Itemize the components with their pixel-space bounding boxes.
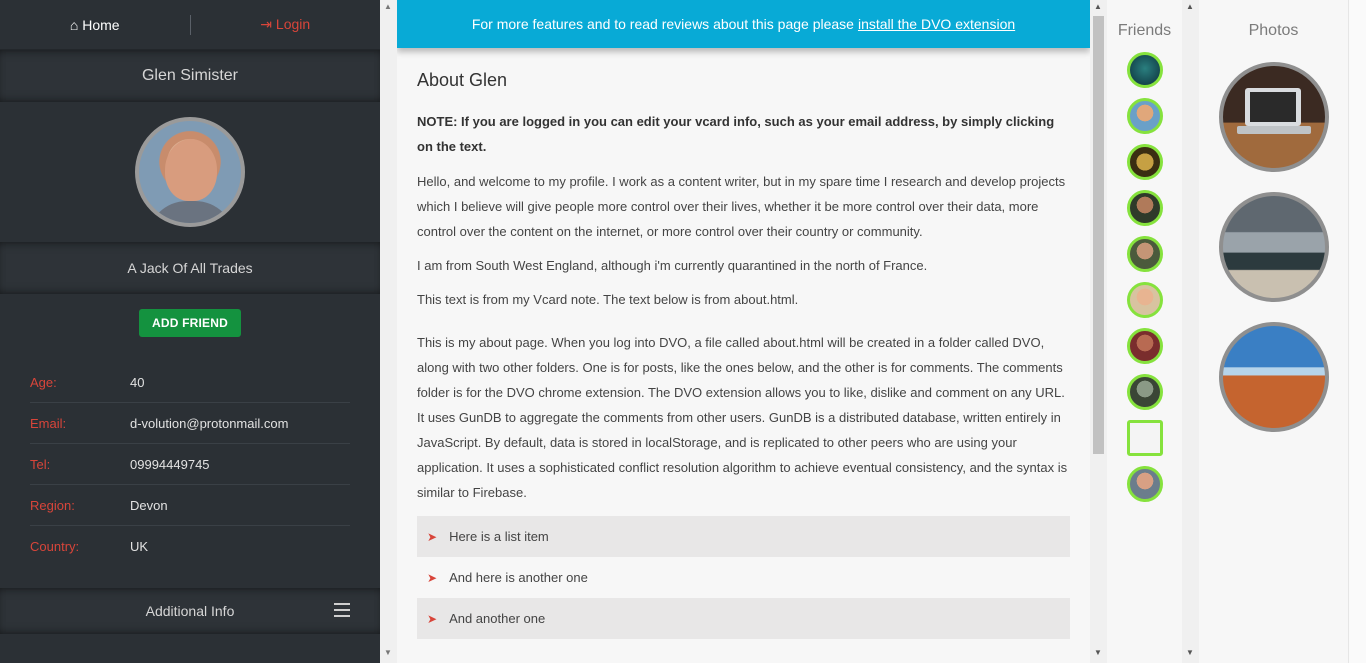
laptop-screen: [1249, 92, 1296, 122]
friend-avatar[interactable]: [1126, 282, 1163, 318]
photo-coastline[interactable]: [1218, 192, 1329, 302]
scroll-up-arrow-icon[interactable]: ▲: [1094, 2, 1102, 11]
scroll-down-arrow-icon[interactable]: ▼: [384, 648, 392, 657]
info-value[interactable]: 09994449745: [130, 457, 210, 472]
info-value[interactable]: d-volution@protonmail.com: [130, 416, 288, 431]
list-item: ➤ And here is another one: [417, 557, 1070, 598]
location-paragraph: I am from South West England, although i…: [417, 258, 928, 273]
edit-note: NOTE: If you are logged in you can edit …: [417, 114, 1055, 154]
info-row-tel: Tel: 09994449745: [30, 444, 350, 485]
vcard-paragraph: This text is from my Vcard note. The tex…: [417, 292, 799, 307]
photo-canyon[interactable]: [1218, 322, 1329, 432]
profile-sidebar: ⌂ Home ⇥ Login Glen Simister A Jack Of A…: [0, 0, 380, 663]
avatar: [135, 117, 245, 227]
list-item: ➤ And another one: [417, 598, 1070, 639]
window-right-edge: [1348, 0, 1366, 663]
friend-avatar[interactable]: [1126, 98, 1163, 134]
home-icon: ⌂: [69, 16, 79, 33]
main-content: For more features and to read reviews ab…: [397, 0, 1090, 663]
add-friend-button[interactable]: ADD FRIEND: [139, 309, 241, 337]
banner-text: For more features and to read reviews ab…: [471, 16, 854, 32]
friend-avatar[interactable]: [1126, 374, 1163, 410]
arrow-bullet-icon: ➤: [427, 570, 438, 585]
avatar-shirt: [147, 201, 235, 223]
friends-list: [1107, 52, 1182, 502]
extension-banner: For more features and to read reviews ab…: [397, 0, 1090, 48]
info-value[interactable]: 40: [130, 375, 144, 390]
about-section: About Glen NOTE: If you are logged in yo…: [397, 48, 1090, 639]
install-extension-link[interactable]: install the DVO extension: [858, 16, 1015, 32]
info-value[interactable]: UK: [130, 539, 148, 554]
friend-avatar[interactable]: [1126, 328, 1163, 364]
friends-title: Friends: [1117, 22, 1172, 39]
avatar-face: [165, 139, 217, 201]
friend-avatar[interactable]: [1126, 190, 1163, 226]
scroll-up-arrow-icon[interactable]: ▲: [1186, 2, 1194, 11]
friends-scrollbar[interactable]: ▲ ▼: [1182, 0, 1199, 663]
scroll-up-arrow-icon[interactable]: ▲: [384, 2, 392, 11]
login-label: Login: [275, 16, 311, 32]
info-row-country: Country: UK: [30, 526, 350, 567]
info-label: Country:: [30, 539, 80, 554]
info-value[interactable]: Devon: [130, 498, 168, 513]
friends-panel: Friends: [1107, 0, 1182, 663]
arrow-bullet-icon: ➤: [427, 529, 438, 544]
friend-avatar[interactable]: [1126, 144, 1163, 180]
login-link[interactable]: ⇥ Login: [191, 16, 381, 33]
arrow-bullet-icon: ➤: [427, 611, 438, 626]
additional-info-bar[interactable]: Additional Info: [0, 588, 380, 634]
info-row-email: Email: d-volution@protonmail.com: [30, 403, 350, 444]
home-label: Home: [82, 16, 120, 33]
profile-name: Glen Simister: [0, 50, 380, 102]
login-icon: ⇥: [260, 16, 273, 32]
laptop-base: [1236, 126, 1311, 134]
info-label: Region:: [30, 497, 75, 513]
main-left-gutter: ▲ ▼: [380, 0, 397, 663]
scroll-down-arrow-icon[interactable]: ▼: [1094, 648, 1102, 657]
friend-avatar[interactable]: [1126, 236, 1163, 272]
top-nav: ⌂ Home ⇥ Login: [0, 0, 380, 50]
info-label: Email:: [30, 415, 67, 431]
list-item: ➤ Here is a list item: [417, 516, 1070, 557]
intro-paragraph: Hello, and welcome to my profile. I work…: [417, 174, 1066, 239]
photos-title: Photos: [1248, 22, 1299, 39]
hamburger-menu-icon[interactable]: [334, 603, 350, 617]
about-title: About Glen: [417, 70, 508, 90]
profile-info: Age: 40 Email: d-volution@protonmail.com…: [0, 352, 380, 567]
main-scrollbar[interactable]: ▲ ▼: [1090, 0, 1107, 663]
info-label: Age:: [30, 374, 57, 390]
info-row-age: Age: 40: [30, 362, 350, 403]
info-row-region: Region: Devon: [30, 485, 350, 526]
home-link[interactable]: ⌂ Home: [0, 17, 190, 33]
scroll-down-arrow-icon[interactable]: ▼: [1186, 648, 1194, 657]
additional-info-label: Additional Info: [145, 603, 235, 619]
add-friend-container: ADD FRIEND: [0, 294, 380, 352]
profile-tagline: A Jack Of All Trades: [0, 242, 380, 294]
avatar-container: [0, 102, 380, 242]
photos-panel: Photos: [1199, 0, 1348, 663]
list-item-text: And here is another one: [449, 570, 588, 585]
scrollbar-thumb[interactable]: [1093, 16, 1104, 454]
list-item-text: Here is a list item: [449, 529, 549, 544]
friend-avatar-placeholder[interactable]: [1126, 420, 1163, 456]
friend-avatar[interactable]: [1126, 466, 1163, 502]
friend-avatar[interactable]: [1126, 52, 1163, 88]
photo-laptop[interactable]: [1218, 62, 1329, 172]
about-page-paragraph: This is my about page. When you log into…: [417, 335, 1068, 500]
list-item-text: And another one: [449, 611, 546, 626]
info-label: Tel:: [30, 456, 51, 472]
